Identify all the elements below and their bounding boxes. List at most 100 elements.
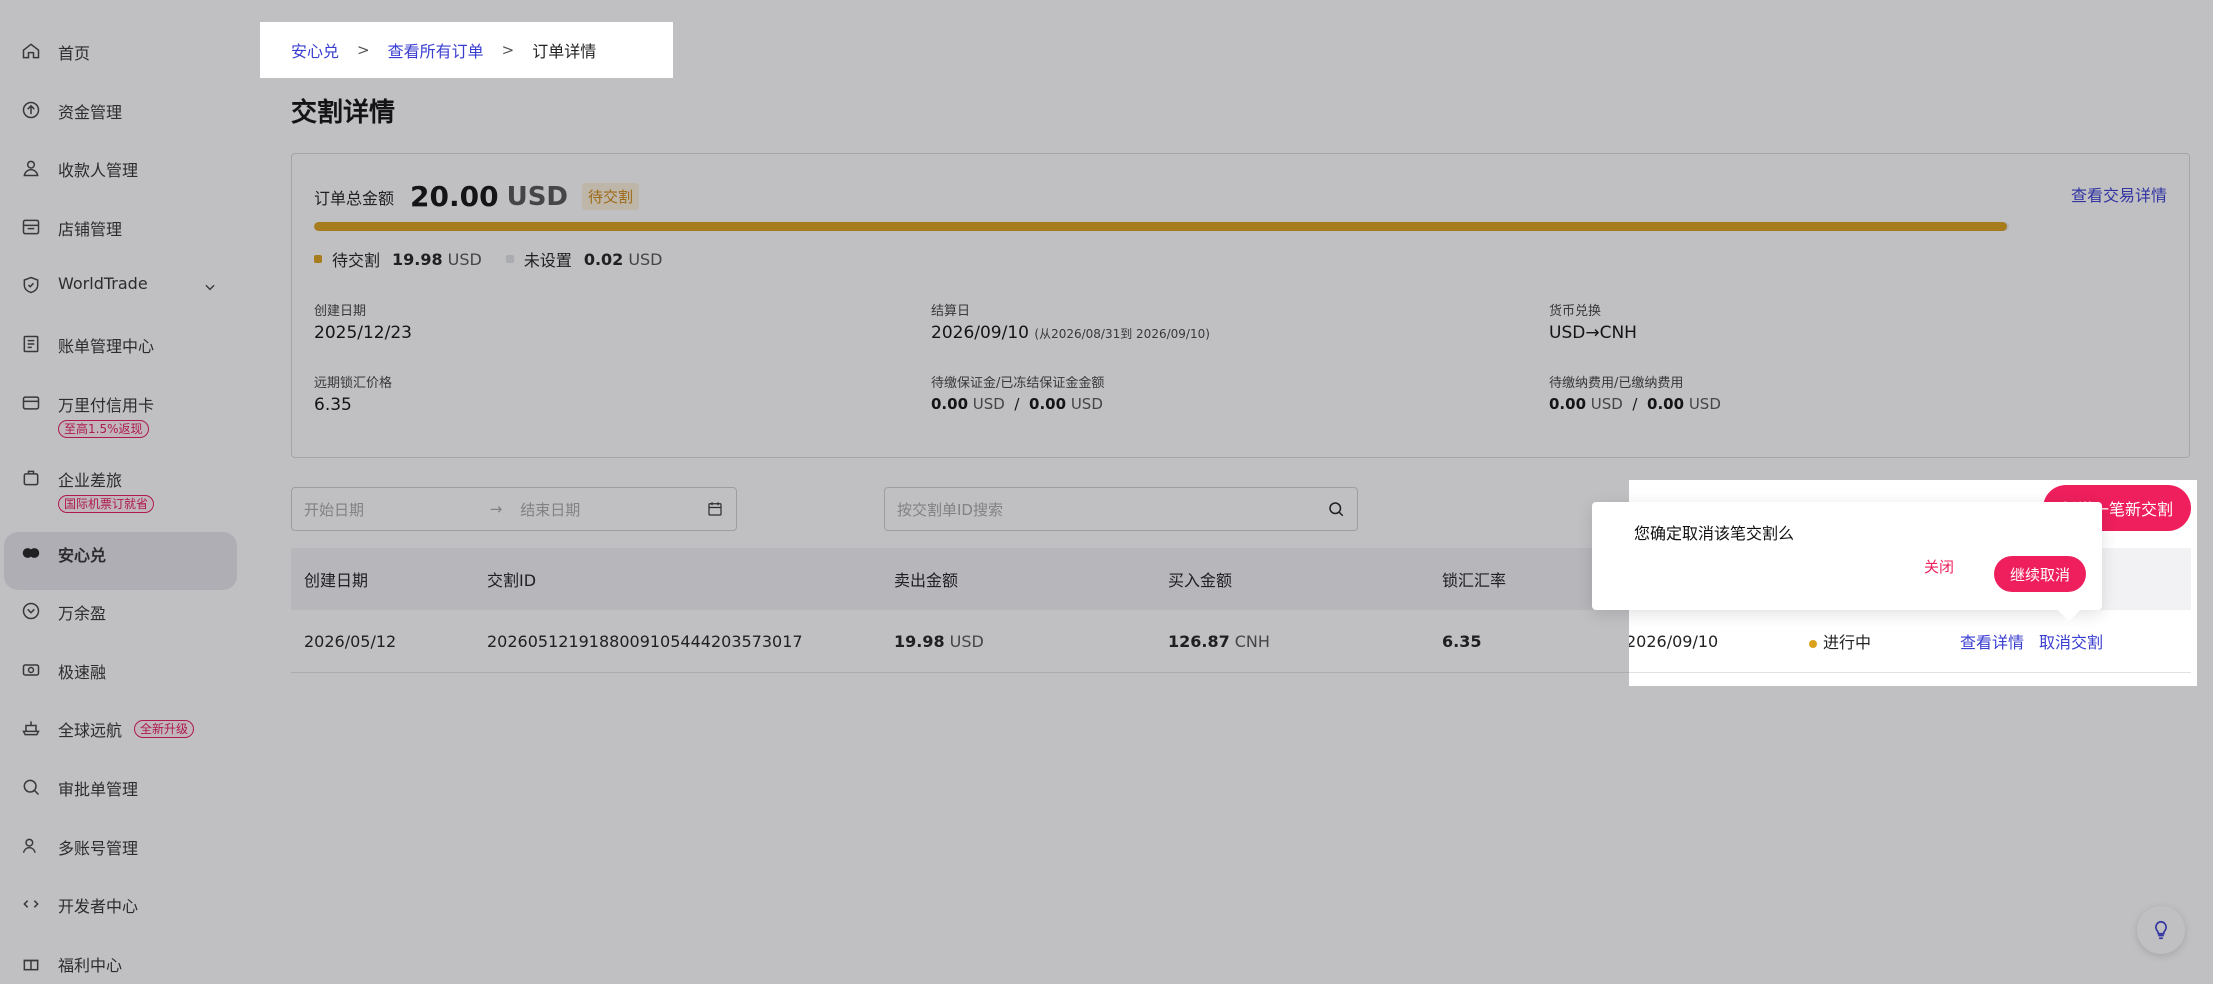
cell-rate: 6.35 [1442,631,1482,651]
sidebar-item-label: 全球远航 [58,721,123,741]
date-range-picker[interactable]: 开始日期 → 结束日期 [291,487,737,531]
sidebar-item-accounts[interactable]: 多账号管理 [0,825,255,884]
fee-unit: USD [1590,395,1623,413]
view-details-link[interactable]: 查看详情 [1960,629,2024,653]
cell-status: 进行中 [1823,633,1872,652]
cell-settle-date: 2026/09/10 [1629,631,1719,651]
pending-currency: USD [447,249,482,269]
sidebar-item-travel[interactable]: 企业差旅 国际机票订就省 [0,457,255,532]
calendar-icon[interactable] [706,500,724,518]
confirm-cancel-button[interactable]: 继续取消 [1994,556,2086,592]
sidebar-item-jisurong[interactable]: 极速融 [0,649,255,708]
cancel-settlement-link[interactable]: 取消交割 [2039,629,2103,653]
search-icon[interactable] [1327,500,1345,518]
fee-b: 0.00 [1647,395,1685,413]
lightbulb-icon [2155,920,2167,940]
sidebar-item-label: 店铺管理 [58,219,123,239]
confirm-message: 您确定取消该笔交割么 [1634,524,1795,543]
view-trade-details-link[interactable]: 查看交易详情 [2071,182,2167,206]
col-header: 交割ID [487,571,537,590]
settlement-progress-bar [314,222,2009,231]
sidebar-item-label: 极速融 [58,662,107,682]
cell-sell-currency: USD [949,631,984,651]
help-fab[interactable] [2137,906,2185,954]
sidebar-item-wanyuying[interactable]: 万余盈 [0,590,255,649]
sidebar-item-approval[interactable]: 审批单管理 [0,766,255,825]
search-placeholder: 按交割单ID搜索 [897,500,1003,519]
margin-cell: 待缴保证金/已冻结保证金金额 0.00 USD / 0.00 USD [931,372,1104,413]
progress-fill [314,222,2008,231]
create-date-value: 2025/12/23 [314,323,412,343]
breadcrumb-current: 订单详情 [532,42,597,61]
gift-icon [20,952,42,974]
cell-buy-currency: CNH [1234,631,1270,651]
unset-label: 未设置 [523,251,572,270]
breadcrumb-root[interactable]: 安心兑 [291,38,339,62]
end-date-input[interactable]: 结束日期 [520,499,580,520]
progress-legend: 待交割 19.98 USD 未设置 0.02 USD [314,247,687,271]
sidebar-item-label: WorldTrade [58,274,148,294]
fx-pair: USD→CNH [1549,323,1637,343]
fee-label: 待缴纳费用/已缴纳费用 [1549,376,1684,391]
sidebar-item-worldtrade[interactable]: WorldTrade [0,264,255,323]
sidebar-item-label: 福利中心 [58,955,123,975]
sidebar-item-label: 万里付信用卡 [58,395,155,415]
sidebar-item-credit-card[interactable]: 万里付信用卡 至高1.5%返现 [0,382,255,457]
table-row-highlight: 2026/09/10 进行中 查看详情 取消交割 [1629,610,2191,673]
total-amount: 20.00 [410,180,499,213]
slash: / [1014,395,1020,413]
unset-currency: USD [628,249,663,269]
close-button[interactable]: 关闭 [1924,556,1954,577]
fee-a: 0.00 [1549,395,1587,413]
create-date-label: 创建日期 [314,304,367,319]
sidebar-item-developer[interactable]: 开发者中心 [0,883,255,942]
breadcrumb-orders[interactable]: 查看所有订单 [388,38,484,62]
chevron-down-icon[interactable] [203,280,217,294]
exchange-icon [20,542,42,564]
page-title: 交割详情 [291,98,396,128]
cell-created: 2026/05/12 [304,631,397,651]
sidebar-item-label: 多账号管理 [58,838,139,858]
approval-icon [20,776,42,798]
search-input[interactable]: 按交割单ID搜索 [884,487,1358,531]
margin-unit: USD [1070,395,1103,413]
sidebar: 首页 资金管理 收款人管理 店铺管理 WorldTrade 账单管理中心 万里付… [0,0,255,984]
sidebar-item-payee[interactable]: 收款人管理 [0,147,255,206]
margin-a: 0.00 [931,395,969,413]
pending-label: 待交割 [332,251,381,270]
fx-cell: 货币兑换 USD→CNH [1549,300,1637,343]
total-amount-label: 订单总金额 [314,188,395,208]
sidebar-item-welfare[interactable]: 福利中心 [0,942,255,984]
sidebar-item-label: 开发者中心 [58,897,139,917]
fx-label: 货币兑换 [1549,304,1602,319]
create-date-cell: 创建日期 2025/12/23 [314,300,412,343]
sidebar-item-anxindui[interactable]: 安心兑 [4,531,237,591]
col-header: 买入金额 [1168,571,1233,590]
forward-rate-cell: 远期锁汇价格 6.35 [314,372,392,415]
promo-badge: 国际机票订就省 [58,494,155,513]
ship-icon [20,717,42,739]
col-header: 创建日期 [304,571,369,590]
start-date-input[interactable]: 开始日期 [304,499,364,520]
sidebar-item-global[interactable]: 全球远航 全新升级 [0,707,255,766]
sidebar-item-store[interactable]: 店铺管理 [0,206,255,265]
forward-rate-value: 6.35 [314,395,352,415]
settle-date-label: 结算日 [931,304,971,319]
margin-label: 待缴保证金/已冻结保证金金额 [931,376,1105,391]
breadcrumb-separator: > [357,41,370,59]
sidebar-item-bills[interactable]: 账单管理中心 [0,323,255,382]
card-icon [20,392,42,414]
total-currency: USD [506,181,569,212]
promo-badge: 全新升级 [134,720,195,739]
sidebar-item-label: 资金管理 [58,102,123,122]
store-icon [20,216,42,238]
promo-badge: 至高1.5%返现 [58,419,149,438]
sidebar-item-home[interactable]: 首页 [0,30,255,89]
sidebar-item-label: 首页 [58,44,91,63]
cell-sell-amount: 19.98 [894,631,945,651]
slash: / [1632,395,1638,413]
fee-unit: USD [1688,395,1721,413]
sidebar-item-label: 审批单管理 [58,779,139,799]
sidebar-item-label: 收款人管理 [58,161,139,181]
sidebar-item-funds[interactable]: 资金管理 [0,89,255,148]
